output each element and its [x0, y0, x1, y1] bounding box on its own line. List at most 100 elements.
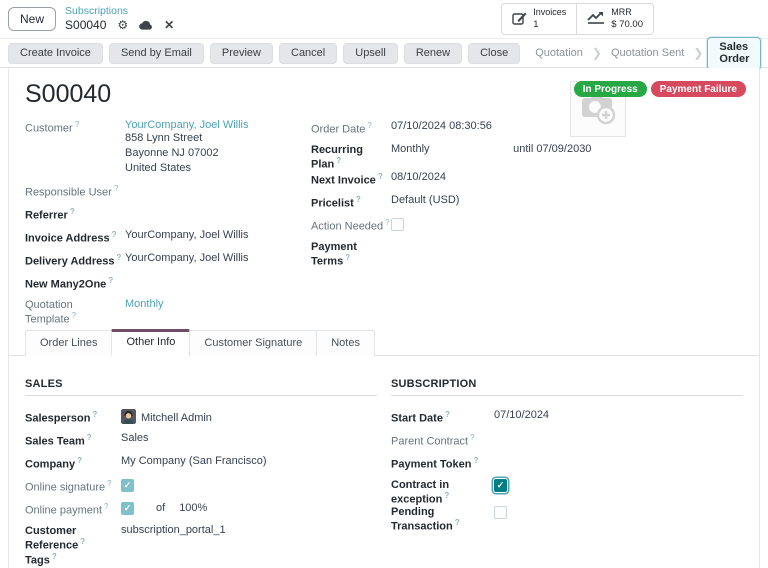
preview-button[interactable]: Preview — [210, 43, 273, 64]
subscription-section: SUBSCRIPTION Start Date? 07/10/2024 Pare… — [391, 378, 743, 568]
parent-contract-label: Parent Contract? — [391, 432, 494, 448]
field-row-responsible-user: Responsible User? — [25, 183, 311, 206]
until-label: until — [513, 143, 533, 155]
status-step-quotation[interactable]: Quotation — [526, 47, 592, 59]
close-icon[interactable]: ✕ — [164, 19, 174, 31]
new-button[interactable]: New — [8, 7, 56, 31]
payment-terms-label: Payment Terms? — [311, 240, 391, 268]
field-row-customer-reference: Customer Reference? subscription_portal_… — [25, 524, 377, 552]
send-by-email-button[interactable]: Send by Email — [109, 43, 204, 64]
field-row-sales-team: Sales Team? Sales — [25, 432, 377, 455]
customer-label: Customer? — [25, 119, 125, 135]
help-question-mark: ? — [107, 479, 111, 488]
help-question-mark: ? — [87, 433, 92, 442]
field-row-invoice-address: Invoice Address? YourCompany, Joel Willi… — [25, 229, 311, 252]
help-question-mark: ? — [72, 311, 76, 320]
field-row-recurring-plan: Recurring Plan? Monthly until 07/09/2030 — [311, 143, 743, 171]
field-row-tags: Tags? — [25, 551, 377, 568]
sales-team-field[interactable]: Sales — [121, 432, 149, 444]
customer-link[interactable]: YourCompany, Joel Willis — [125, 119, 249, 131]
pending-transaction-checkbox[interactable] — [494, 506, 507, 519]
chevron-right-icon: ❯ — [592, 46, 602, 60]
quotation-template-label: Quotation Template? — [25, 298, 125, 326]
right-field-group: Order Date? 07/10/2024 08:30:56 Recurrin… — [311, 119, 743, 326]
invoices-stat-button[interactable]: Invoices 1 — [502, 4, 576, 33]
help-question-mark: ? — [80, 537, 85, 546]
invoices-stat-value: 1 — [533, 19, 538, 30]
sales-team-label: Sales Team? — [25, 432, 121, 448]
mrr-stat-value: $ 70.00 — [611, 19, 643, 30]
field-row-company: Company? My Company (San Francisco) — [25, 455, 377, 478]
online-signature-checkbox[interactable] — [121, 479, 134, 492]
until-date-field[interactable]: 07/09/2030 — [536, 143, 591, 155]
invoice-address-field[interactable]: YourCompany, Joel Willis — [125, 229, 249, 241]
field-row-delivery-address: Delivery Address? YourCompany, Joel Will… — [25, 252, 311, 275]
field-row-online-payment: Online payment? of 100% — [25, 501, 377, 524]
help-question-mark: ? — [385, 218, 389, 227]
pricelist-label: Pricelist? — [311, 194, 391, 210]
chevron-right-icon: ❯ — [693, 46, 703, 60]
help-question-mark: ? — [356, 195, 361, 204]
status-step-quotation-sent[interactable]: Quotation Sent — [602, 47, 693, 59]
customer-address-line: Bayonne NJ 07002 — [125, 146, 249, 161]
responsible-user-label: Responsible User? — [25, 183, 125, 199]
close-button[interactable]: Close — [468, 43, 520, 64]
breadcrumb-app-link[interactable]: Subscriptions — [65, 6, 174, 18]
breadcrumb-record: S00040 — [65, 19, 106, 32]
field-row-payment-token: Payment Token? — [391, 455, 743, 478]
field-row-salesperson: Salesperson? Mitchell Admin — [25, 409, 377, 432]
tab-customer-signature[interactable]: Customer Signature — [189, 330, 317, 356]
status-step-sales-order[interactable]: Sales Order — [707, 37, 761, 70]
action-needed-checkbox[interactable] — [391, 218, 404, 231]
field-row-pricelist: Pricelist? Default (USD) — [311, 194, 743, 217]
online-payment-of-label: of — [156, 502, 165, 514]
field-row-customer: Customer? YourCompany, Joel Willis 858 L… — [25, 119, 311, 176]
mrr-stat-label: MRR — [611, 7, 632, 17]
cancel-button[interactable]: Cancel — [279, 43, 337, 64]
renew-button[interactable]: Renew — [404, 43, 462, 64]
status-bar: Quotation ❯ Quotation Sent ❯ Sales Order — [526, 37, 761, 70]
subscription-section-header: SUBSCRIPTION — [391, 378, 743, 396]
customer-reference-label: Customer Reference? — [25, 524, 121, 552]
salesperson-field[interactable]: Mitchell Admin — [121, 409, 212, 424]
pricelist-field[interactable]: Default (USD) — [391, 194, 459, 206]
customer-address-line: 858 Lynn Street — [125, 131, 249, 146]
field-row-action-needed: Action Needed? — [311, 217, 743, 240]
next-invoice-label: Next Invoice? — [311, 171, 391, 187]
sales-section: SALES Salesperson? Mitchell Admin Sales … — [25, 378, 377, 568]
customer-reference-field[interactable]: subscription_portal_1 — [121, 524, 226, 536]
tab-other-info[interactable]: Other Info — [111, 329, 190, 356]
company-field[interactable]: My Company (San Francisco) — [121, 455, 267, 467]
help-question-mark: ? — [114, 184, 118, 193]
referrer-label: Referrer? — [25, 206, 125, 222]
payment-token-label: Payment Token? — [391, 455, 494, 471]
contract-in-exception-checkbox[interactable] — [494, 479, 507, 492]
tab-order-lines[interactable]: Order Lines — [25, 330, 112, 356]
tab-notes[interactable]: Notes — [316, 330, 375, 356]
online-payment-checkbox[interactable] — [121, 502, 134, 515]
recurring-plan-field[interactable]: Monthly — [391, 143, 471, 155]
delivery-address-field[interactable]: YourCompany, Joel Willis — [125, 252, 249, 264]
upsell-button[interactable]: Upsell — [343, 43, 398, 64]
top-bar: New Subscriptions S00040 ⚙ ✕ Invoices 1 — [0, 0, 768, 38]
next-invoice-field[interactable]: 08/10/2024 — [391, 171, 446, 183]
help-question-mark: ? — [75, 120, 79, 129]
help-question-mark: ? — [470, 433, 474, 442]
field-row-payment-terms: Payment Terms? — [311, 240, 743, 268]
online-payment-percent-field[interactable]: 100% — [179, 502, 207, 514]
start-date-field[interactable]: 07/10/2024 — [494, 409, 549, 421]
invoices-stat-label: Invoices — [533, 7, 566, 17]
help-question-mark: ? — [378, 172, 383, 181]
quotation-template-link[interactable]: Monthly — [125, 298, 164, 310]
cloud-save-icon[interactable] — [139, 20, 153, 31]
field-row-referrer: Referrer? — [25, 206, 311, 229]
contract-in-exception-label: Contract in exception? — [391, 478, 494, 506]
mrr-stat-button[interactable]: MRR $ 70.00 — [576, 4, 653, 33]
help-question-mark: ? — [444, 491, 449, 500]
create-invoice-button[interactable]: Create Invoice — [8, 43, 103, 64]
gear-icon[interactable]: ⚙ — [117, 19, 128, 31]
invoice-address-label: Invoice Address? — [25, 229, 125, 245]
help-question-mark: ? — [116, 253, 121, 262]
help-question-mark: ? — [70, 207, 75, 216]
order-date-field[interactable]: 07/10/2024 08:30:56 — [391, 120, 492, 132]
